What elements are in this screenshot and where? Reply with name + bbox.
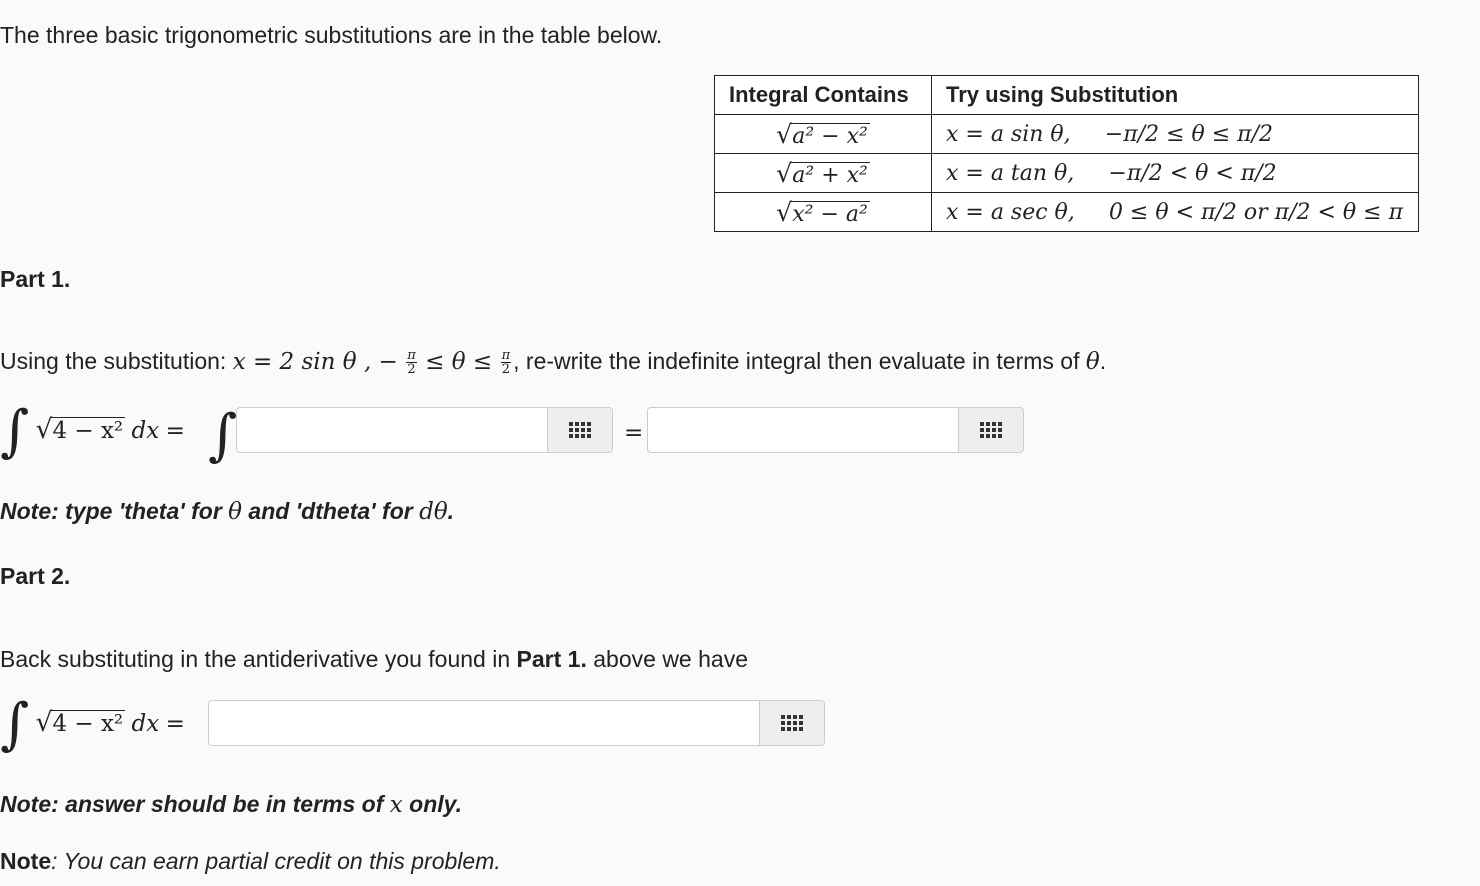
equation-editor-button[interactable] xyxy=(958,408,1023,452)
table-row: √a² − x² x = a sin θ, −π/2 ≤ θ ≤ π/2 xyxy=(714,114,1419,154)
part2-integral: ∫ √4 − x² dx = xyxy=(0,692,185,757)
answer-input-1[interactable] xyxy=(237,408,548,452)
part1-instruction: Using the substitution: x = 2 sin θ , − … xyxy=(0,348,1107,378)
table-header-row: Integral Contains Try using Substitution xyxy=(714,75,1419,115)
header-try-substitution: Try using Substitution xyxy=(931,75,1419,115)
theta-range: −π/2 < θ < π/2 xyxy=(1108,161,1277,186)
substitution-table: Integral Contains Try using Substitution… xyxy=(714,75,1419,232)
part1-integral: ∫ √4 − x² dx = xyxy=(0,399,185,464)
part1-note: Note: type 'theta' for θ and 'dtheta' fo… xyxy=(0,498,455,525)
substitution-cell: x = a tan θ, −π/2 < θ < π/2 xyxy=(931,153,1419,193)
header-integral-contains: Integral Contains xyxy=(714,75,932,115)
theta-range: −π/2 ≤ θ ≤ π/2 xyxy=(1104,122,1274,147)
substitution-expr: x = a tan θ, xyxy=(946,161,1075,186)
answer-input-3[interactable] xyxy=(209,701,760,745)
equation-editor-button[interactable] xyxy=(759,701,824,745)
grid-icon xyxy=(980,422,1002,438)
radical-cell: √a² + x² xyxy=(714,153,932,193)
answer-box-3[interactable] xyxy=(208,700,825,746)
table-row: √x² − a² x = a sec θ, 0 ≤ θ < π/2 or π/2… xyxy=(714,192,1419,232)
equals-sign: = xyxy=(624,420,644,446)
table-row: √a² + x² x = a tan θ, −π/2 < θ < π/2 xyxy=(714,153,1419,193)
grid-icon xyxy=(781,715,803,731)
intro-text: The three basic trigonometric substituti… xyxy=(0,22,663,48)
part1-heading: Part 1. xyxy=(0,266,71,292)
integral-sign: ∫ xyxy=(0,399,30,464)
substitution-expr: x = a sec θ, xyxy=(946,200,1075,225)
integral-sign: ∫ xyxy=(208,403,238,468)
equation-editor-button[interactable] xyxy=(547,408,612,452)
answer-box-2[interactable] xyxy=(647,407,1024,453)
radical-cell: √x² − a² xyxy=(714,192,932,232)
grid-icon xyxy=(569,422,591,438)
part2-note: Note: answer should be in terms of x onl… xyxy=(0,791,462,818)
substitution-expr: x = a sin θ, xyxy=(946,122,1071,147)
integral-sign: ∫ xyxy=(0,692,30,757)
answer-input-2[interactable] xyxy=(648,408,959,452)
part2-heading: Part 2. xyxy=(0,563,71,589)
substitution-cell: x = a sin θ, −π/2 ≤ θ ≤ π/2 xyxy=(931,114,1419,154)
answer-box-1[interactable] xyxy=(236,407,613,453)
part2-text: Back substituting in the antiderivative … xyxy=(0,646,748,672)
radical-cell: √a² − x² xyxy=(714,114,932,154)
substitution-cell: x = a sec θ, 0 ≤ θ < π/2 or π/2 < θ ≤ π xyxy=(931,192,1419,232)
theta-range: 0 ≤ θ < π/2 or π/2 < θ ≤ π xyxy=(1108,200,1404,225)
partial-credit-note: Note: You can earn partial credit on thi… xyxy=(0,848,501,874)
